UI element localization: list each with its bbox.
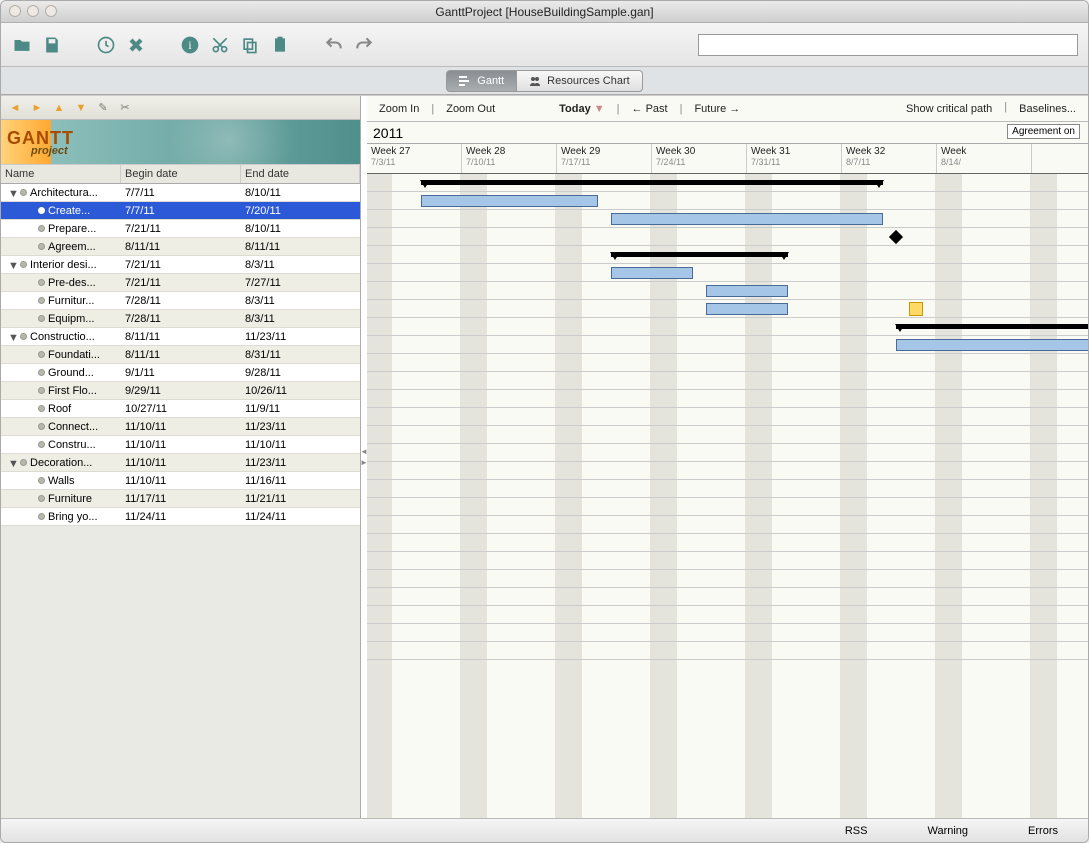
col-header-end[interactable]: End date: [241, 165, 360, 183]
logo-sub: project: [31, 145, 74, 157]
gantt-toolbar: Zoom In | Zoom Out Today ▼ | ← Past | Fu…: [367, 96, 1088, 122]
nav-up-icon[interactable]: ▲: [51, 100, 67, 116]
task-row[interactable]: ▼ Interior desi...7/21/118/3/11: [1, 256, 360, 274]
zoom-button[interactable]: [45, 5, 57, 17]
task-row[interactable]: Bring yo...11/24/1111/24/11: [1, 508, 360, 526]
task-row[interactable]: Ground...9/1/119/28/11: [1, 364, 360, 382]
week-column: Week 317/31/11: [747, 144, 842, 173]
today-button[interactable]: Today ▼: [557, 101, 607, 117]
close-button[interactable]: [9, 5, 21, 17]
task-row[interactable]: Walls11/10/1111/16/11: [1, 472, 360, 490]
undo-icon[interactable]: [323, 34, 345, 56]
titlebar: GanttProject [HouseBuildingSample.gan]: [1, 1, 1088, 23]
week-column: Week 328/7/11: [842, 144, 937, 173]
view-tabs: Gantt Resources Chart: [1, 67, 1088, 95]
task-list[interactable]: ▼ Architectura...7/7/118/10/11 Create...…: [1, 184, 360, 818]
nav-down-icon[interactable]: ▼: [73, 100, 89, 116]
task-toolbar: ◄ ► ▲ ▼ ✎ ✂: [1, 96, 360, 120]
task-row[interactable]: Furnitur...7/28/118/3/11: [1, 292, 360, 310]
window-title: GanttProject [HouseBuildingSample.gan]: [435, 5, 653, 19]
copy-icon[interactable]: [239, 34, 261, 56]
gantt-chart[interactable]: [367, 174, 1088, 818]
nav-forward-icon[interactable]: ►: [29, 100, 45, 116]
tab-gantt[interactable]: Gantt: [446, 70, 517, 92]
task-row[interactable]: Agreem...8/11/118/11/11: [1, 238, 360, 256]
app-window: GanttProject [HouseBuildingSample.gan] i: [0, 0, 1089, 843]
year-label: 2011: [373, 125, 403, 141]
task-row[interactable]: Equipm...7/28/118/3/11: [1, 310, 360, 328]
task-row[interactable]: Roof10/27/1111/9/11: [1, 400, 360, 418]
save-icon[interactable]: [41, 34, 63, 56]
task-row[interactable]: Pre-des...7/21/117/27/11: [1, 274, 360, 292]
status-bar: RSS Warning Errors: [1, 818, 1088, 842]
task-bar[interactable]: [706, 303, 787, 315]
summary-bar[interactable]: [896, 324, 1088, 329]
task-row[interactable]: ▼ Architectura...7/7/118/10/11: [1, 184, 360, 202]
tab-resources[interactable]: Resources Chart: [516, 70, 643, 92]
week-column: Week8/14/: [937, 144, 1032, 173]
main-toolbar: i: [1, 23, 1088, 67]
cut-icon[interactable]: [209, 34, 231, 56]
task-row[interactable]: ▼ Constructio...8/11/1111/23/11: [1, 328, 360, 346]
task-columns-header: Name Begin date End date: [1, 164, 360, 184]
col-header-begin[interactable]: Begin date: [121, 165, 241, 183]
task-bar[interactable]: [706, 285, 787, 297]
task-row[interactable]: Create...7/7/117/20/11: [1, 202, 360, 220]
col-header-name[interactable]: Name: [1, 165, 121, 183]
task-row[interactable]: First Flo...9/29/1110/26/11: [1, 382, 360, 400]
paste-icon[interactable]: [269, 34, 291, 56]
task-tree-pane: ◄ ► ▲ ▼ ✎ ✂ GANTT project Name Begin dat…: [1, 96, 361, 818]
task-bar[interactable]: [611, 213, 882, 225]
clock-icon[interactable]: [95, 34, 117, 56]
task-row[interactable]: Connect...11/10/1111/23/11: [1, 418, 360, 436]
zoom-out-button[interactable]: Zoom Out: [444, 101, 497, 117]
summary-bar[interactable]: [421, 180, 882, 185]
task-row[interactable]: Prepare...7/21/118/10/11: [1, 220, 360, 238]
week-column: Week 297/17/11: [557, 144, 652, 173]
window-controls: [9, 5, 57, 17]
zoom-in-button[interactable]: Zoom In: [377, 101, 421, 117]
task-row[interactable]: Furniture11/17/1111/21/11: [1, 490, 360, 508]
task-bar[interactable]: [611, 267, 692, 279]
gantt-pane: Zoom In | Zoom Out Today ▼ | ← Past | Fu…: [367, 96, 1088, 818]
tab-gantt-label: Gantt: [477, 75, 504, 87]
critical-path-button[interactable]: Show critical path: [904, 101, 994, 117]
link-icon[interactable]: ✎: [95, 100, 111, 116]
week-column: Week 287/10/11: [462, 144, 557, 173]
baselines-button[interactable]: Baselines...: [1017, 101, 1078, 117]
status-warning[interactable]: Warning: [927, 825, 968, 837]
info-icon[interactable]: i: [179, 34, 201, 56]
open-icon[interactable]: [11, 34, 33, 56]
task-row[interactable]: Foundati...8/11/118/31/11: [1, 346, 360, 364]
task-row[interactable]: Constru...11/10/1111/10/11: [1, 436, 360, 454]
summary-bar[interactable]: [611, 252, 787, 257]
logo-banner: GANTT project: [1, 120, 360, 164]
future-button[interactable]: Future →: [692, 101, 742, 117]
unlink-icon[interactable]: ✂: [117, 100, 133, 116]
year-header: 2011 Agreement on: [367, 122, 1088, 144]
tab-resources-label: Resources Chart: [547, 75, 630, 87]
delete-icon[interactable]: [125, 34, 147, 56]
milestone-diamond[interactable]: [889, 230, 903, 244]
task-bar[interactable]: [896, 339, 1088, 351]
week-column: Week 277/3/11: [367, 144, 462, 173]
past-button[interactable]: ← Past: [630, 101, 670, 117]
redo-icon[interactable]: [353, 34, 375, 56]
week-header: Week 277/3/11Week 287/10/11Week 297/17/1…: [367, 144, 1088, 174]
status-errors[interactable]: Errors: [1028, 825, 1058, 837]
week-column: Week 307/24/11: [652, 144, 747, 173]
minimize-button[interactable]: [27, 5, 39, 17]
milestone-marker[interactable]: Agreement on: [1007, 124, 1080, 139]
content-area: ◄ ► ▲ ▼ ✎ ✂ GANTT project Name Begin dat…: [1, 95, 1088, 818]
nav-back-icon[interactable]: ◄: [7, 100, 23, 116]
task-row[interactable]: ▼ Decoration...11/10/1111/23/11: [1, 454, 360, 472]
search-input[interactable]: [698, 34, 1078, 56]
status-rss[interactable]: RSS: [845, 825, 868, 837]
note-icon[interactable]: [909, 302, 923, 316]
task-bar[interactable]: [421, 195, 597, 207]
